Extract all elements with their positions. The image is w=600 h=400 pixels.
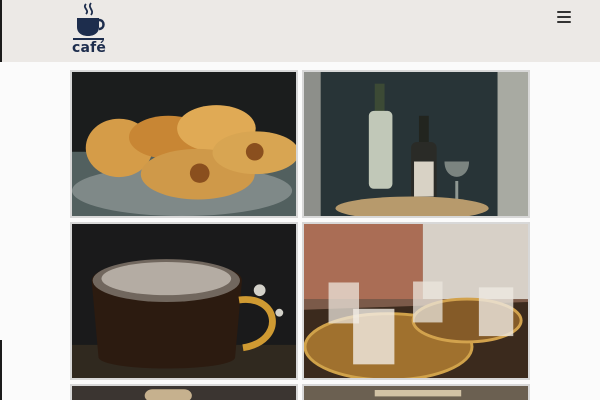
gallery-tile-coffee[interactable]	[70, 222, 298, 380]
page: café	[0, 0, 600, 400]
gallery-tile-partial-right[interactable]	[302, 384, 530, 400]
photo	[72, 386, 296, 400]
coffee-mug-photo	[72, 224, 296, 378]
photo	[304, 386, 528, 400]
site-header: café	[0, 0, 600, 62]
gallery-tile-glasses[interactable]	[302, 222, 530, 380]
gallery-tile-wine[interactable]	[302, 70, 530, 218]
croissant-photo	[72, 72, 296, 216]
coffee-cup-icon	[73, 2, 105, 40]
hamburger-menu-icon[interactable]	[555, 8, 575, 26]
edge-divider	[0, 340, 2, 400]
gallery-tile-partial-left[interactable]	[70, 384, 298, 400]
wine-bottles-photo	[304, 72, 528, 216]
water-glasses-photo	[304, 224, 528, 378]
logo-text: café	[72, 40, 107, 56]
gallery-tile-pastries[interactable]	[70, 70, 298, 218]
